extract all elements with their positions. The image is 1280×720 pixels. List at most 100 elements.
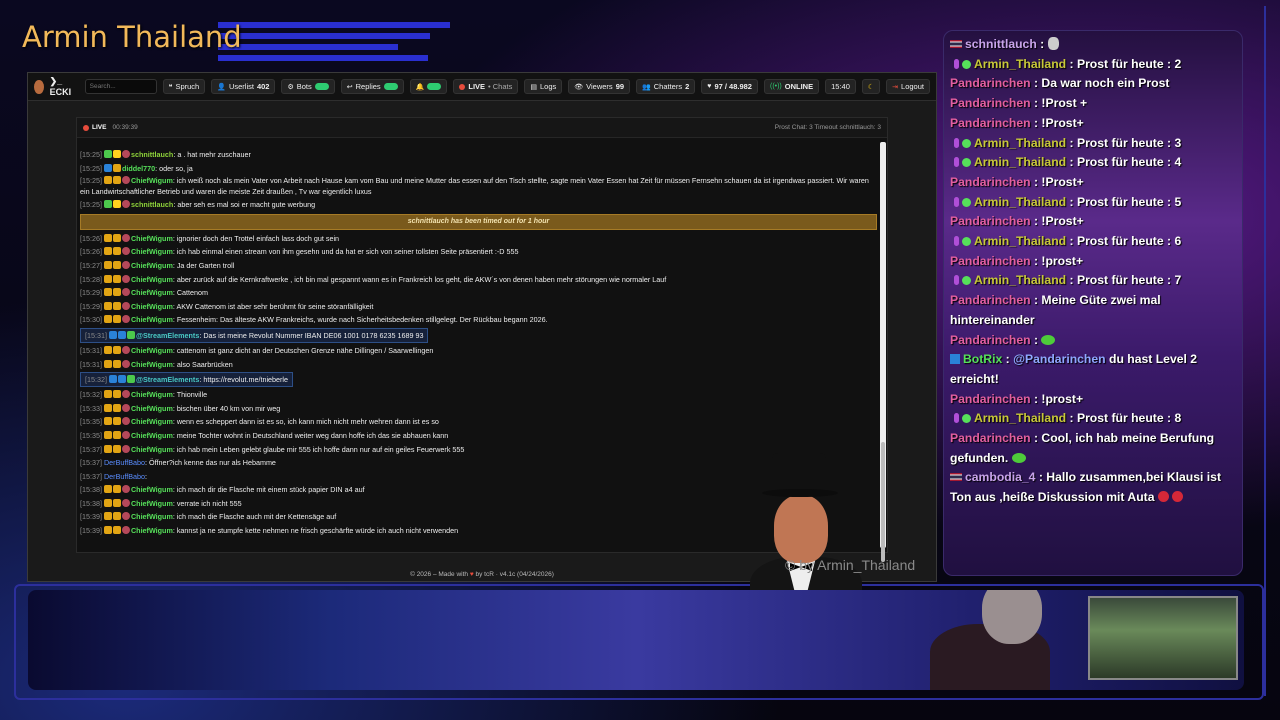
overlay-text: : bbox=[1036, 37, 1048, 51]
message-text: : Öffner?ich kenne das nur als Hebamme bbox=[145, 458, 276, 468]
message-text: : aber zurück auf die Kernkraftwerke , i… bbox=[172, 274, 667, 284]
overlay-message: Armin_Thailand : Prost für heute : 6 bbox=[950, 232, 1236, 252]
message-username[interactable]: ChiefWigum bbox=[131, 390, 173, 399]
logout-button[interactable]: ⇥ Logout bbox=[886, 79, 930, 94]
message-username[interactable]: @StreamElements bbox=[136, 375, 199, 384]
chat-header: LIVE 00:39:39 Prost Chat: 3 Timeout schni… bbox=[77, 118, 887, 138]
badge-icon bbox=[112, 390, 121, 399]
document-icon: ▤ bbox=[530, 83, 537, 91]
message-username[interactable]: ChiefWigum bbox=[131, 315, 173, 324]
message-username[interactable]: ChiefWigum bbox=[131, 360, 173, 369]
overlay-username: cambodia_4 bbox=[965, 470, 1036, 485]
message-username[interactable]: @StreamElements bbox=[136, 331, 199, 340]
badge-icon bbox=[117, 330, 126, 339]
toggle-switch[interactable] bbox=[427, 83, 442, 90]
message-username[interactable]: ChiefWigum bbox=[131, 234, 173, 243]
chat-message: [15:35] ChiefWigum: wenn es scheppert dan… bbox=[80, 415, 877, 429]
replies-toggle[interactable]: ↩ Replies bbox=[340, 79, 404, 94]
message-username[interactable]: diddel770 bbox=[122, 164, 155, 173]
badge-icon bbox=[103, 485, 112, 494]
message-text: : AKW Cattenom ist aber sehr berühmt für… bbox=[172, 301, 374, 311]
message-text: : aber seh es mal soi er macht gute werb… bbox=[173, 200, 316, 210]
message-username[interactable]: ChiefWigum bbox=[131, 485, 173, 494]
chatters-stat[interactable]: 👥 Chatters 2 bbox=[636, 79, 696, 94]
badge-icon bbox=[112, 417, 121, 426]
theme-toggle[interactable]: ☾ bbox=[861, 79, 881, 94]
badge-icon bbox=[112, 498, 121, 507]
chat-message: [15:35] ChiefWigum: meine Tochter wohnt i… bbox=[80, 429, 877, 443]
thai-flag-icon bbox=[950, 473, 962, 482]
badge-icon bbox=[121, 200, 130, 209]
overlay-text: : Prost für heute : 8 bbox=[1066, 411, 1182, 426]
overlay-text: : !Prost+ bbox=[1030, 214, 1084, 229]
overlay-message: BotRix : @Pandarinchen du hast Level 2 e… bbox=[950, 352, 1198, 386]
message-username[interactable]: ChiefWigum bbox=[131, 445, 173, 454]
badge-icon bbox=[103, 176, 112, 185]
message-username[interactable]: ChiefWigum bbox=[131, 288, 173, 297]
message-username[interactable]: ChiefWigum bbox=[131, 526, 173, 535]
message-username[interactable]: ChiefWigum bbox=[131, 499, 173, 508]
boxing-glove-icon bbox=[1157, 491, 1169, 503]
overlay-username: Pandarinchen bbox=[950, 391, 1031, 406]
message-username[interactable]: ChiefWigum bbox=[131, 431, 173, 440]
message-username[interactable]: ChiefWigum bbox=[131, 417, 173, 426]
chat-scrollbar[interactable] bbox=[880, 142, 886, 562]
message-text: : ich hab mein Leben gelebt glaube mir 5… bbox=[172, 444, 465, 454]
badge-icon bbox=[121, 315, 130, 324]
message-username[interactable]: ChiefWigum bbox=[131, 302, 173, 311]
message-timestamp: [15:37] bbox=[80, 458, 102, 468]
badge-icon bbox=[121, 274, 130, 283]
message-text: : ich mach die Flasche auch mit der Kett… bbox=[172, 512, 337, 522]
message-username[interactable]: ChiefWigum bbox=[131, 176, 173, 185]
overlay-text: : !prost+ bbox=[1030, 391, 1084, 406]
followers-stat[interactable]: ♥ 97 / 48.982 bbox=[701, 79, 758, 94]
message-username[interactable]: DerBuffBabo bbox=[104, 458, 145, 467]
badge-icon bbox=[121, 485, 130, 494]
sound-toggle[interactable]: 🔔 bbox=[409, 79, 448, 94]
badge-icon bbox=[112, 200, 121, 209]
overlay-username: schnittlauch bbox=[965, 37, 1037, 51]
badge-icon bbox=[121, 359, 130, 368]
scroll-thumb[interactable] bbox=[881, 442, 885, 562]
search-input[interactable] bbox=[84, 79, 157, 94]
message-username[interactable]: ChiefWigum bbox=[131, 512, 173, 521]
webcam-bar bbox=[28, 590, 1244, 690]
chat-message: [15:31] @StreamElements: Das ist meine Re… bbox=[80, 327, 877, 344]
badge-icon bbox=[103, 260, 112, 269]
overlay-message: Armin_Thailand : Prost für heute : 4 bbox=[950, 153, 1236, 173]
reply-icon: ↩ bbox=[346, 83, 353, 91]
badge-icon bbox=[121, 288, 130, 297]
badge-icon bbox=[121, 512, 130, 521]
message-username[interactable]: DerBuffBabo bbox=[104, 472, 145, 481]
badge-icon bbox=[112, 430, 121, 439]
message-username[interactable]: ChiefWigum bbox=[131, 404, 173, 413]
viewers-stat[interactable]: 👁 Viewers 99 bbox=[568, 79, 631, 94]
message-timestamp: [15:28] bbox=[80, 274, 102, 284]
message-username[interactable]: ChiefWigum bbox=[131, 275, 173, 284]
overlay-username: Armin_Thailand bbox=[974, 411, 1067, 426]
message-username[interactable]: ChiefWigum bbox=[131, 247, 173, 256]
verified-badge-icon bbox=[962, 138, 971, 148]
live-chats-button[interactable]: LIVE • Chats bbox=[453, 79, 519, 94]
overlay-message: schnittlauch : bbox=[950, 35, 1236, 55]
overlay-username: Pandarinchen bbox=[950, 293, 1031, 308]
badge-icon bbox=[126, 375, 135, 384]
message-username[interactable]: ChiefWigum bbox=[131, 346, 173, 355]
badge-icon bbox=[121, 345, 130, 354]
bots-toggle[interactable]: ⚙ Bots bbox=[281, 79, 335, 94]
badge-icon bbox=[103, 390, 112, 399]
message-username[interactable]: schnittlauch bbox=[131, 150, 173, 159]
toggle-switch[interactable] bbox=[314, 83, 329, 90]
chat-message: [15:33] ChiefWigum: bischen über 40 km vo… bbox=[80, 402, 877, 416]
toggle-switch[interactable] bbox=[383, 83, 398, 90]
mic-badge-icon bbox=[954, 413, 959, 424]
spruch-button[interactable]: ❝ Spruch bbox=[162, 79, 206, 94]
logs-button[interactable]: ▤ Logs bbox=[524, 79, 563, 94]
badge-icon bbox=[103, 512, 112, 521]
app-brand[interactable]: ❯_ ECKI bbox=[34, 76, 79, 97]
userlist-button[interactable]: 👤 Userlist 402 bbox=[211, 79, 276, 94]
badge-icon bbox=[103, 301, 112, 310]
message-timestamp: [15:32] bbox=[85, 375, 107, 385]
message-username[interactable]: schnittlauch bbox=[131, 200, 173, 209]
message-username[interactable]: ChiefWigum bbox=[131, 261, 173, 270]
